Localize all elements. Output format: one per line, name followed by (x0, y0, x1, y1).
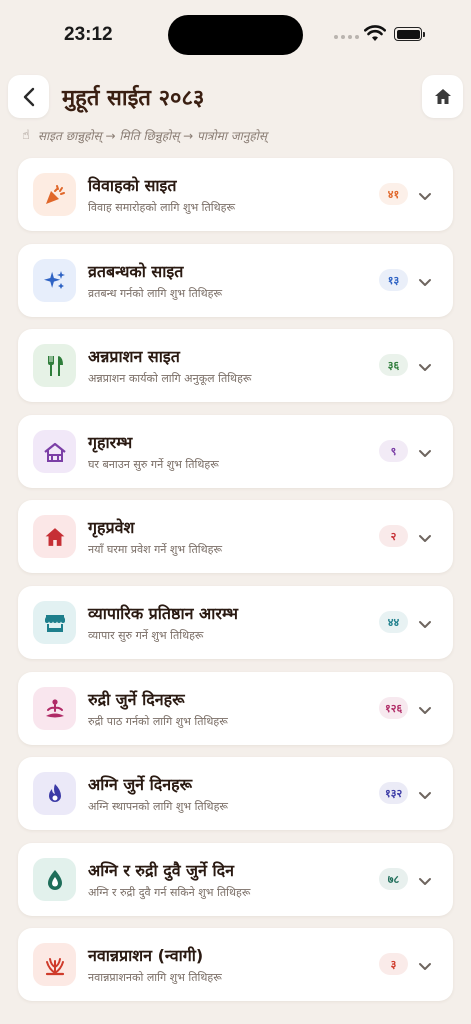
category-subtitle: नयाँ घरमा प्रवेश गर्ने शुभ तिथिहरू (88, 543, 222, 556)
chevron-down-icon[interactable] (418, 444, 432, 463)
category-title: अग्नि जुर्ने दिनहरू (88, 775, 193, 794)
category-card[interactable]: विवाहको साइत विवाह समारोहको लागि शुभ तिथि… (18, 158, 453, 231)
chevron-left-icon (23, 87, 34, 106)
pointing-finger-icon: ☝ (22, 128, 30, 143)
count-badge: १३२ (379, 782, 409, 804)
count-badge: १३ (379, 269, 408, 291)
category-card[interactable]: अन्नप्राशन साइत अन्नप्राशन कार्यको लागि अ… (18, 329, 453, 402)
category-subtitle: अग्नि स्थापनको लागि शुभ तिथिहरू (88, 800, 228, 813)
sparkles-icon (33, 259, 76, 302)
home-button[interactable] (422, 75, 463, 118)
category-subtitle: अन्नप्राशन कार्यको लागि अनुकूल तिथिहरू (88, 372, 252, 385)
count-badge: १२६ (379, 697, 409, 719)
category-subtitle: रुद्री पाठ गर्नको लागि शुभ तिथिहरू (88, 715, 228, 728)
chevron-down-icon[interactable] (418, 701, 432, 720)
fork-knife-icon (33, 344, 76, 387)
chevron-down-icon[interactable] (418, 358, 432, 377)
home-icon (434, 89, 451, 104)
status-time: 23:12 (64, 24, 113, 45)
chevron-down-icon[interactable] (418, 273, 432, 292)
fire-drop-icon (33, 858, 76, 901)
count-badge: ३ (379, 953, 408, 975)
dynamic-island (168, 15, 303, 55)
category-card[interactable]: अग्नि जुर्ने दिनहरू अग्नि स्थापनको लागि श… (18, 757, 453, 830)
category-card[interactable]: नवान्नप्राशन (न्वागी) नवान्नप्राशनको लागि… (18, 928, 453, 1001)
count-badge: ३६ (379, 354, 408, 376)
category-card[interactable]: व्रतबन्धको साइत व्रतबन्ध गर्नको लागि शुभ … (18, 244, 453, 317)
hint-text: साइत छान्नुहोस् → मिति छिन्नुहोस् → पात्… (37, 129, 268, 143)
category-subtitle: अग्नि र रुद्री दुवै गर्न सकिने शुभ तिथिह… (88, 886, 251, 899)
cellular-signal-icon (334, 35, 359, 39)
category-card[interactable]: रुद्री जुर्ने दिनहरू रुद्री पाठ गर्नको ला… (18, 672, 453, 745)
battery-icon (394, 27, 425, 41)
home-icon (33, 515, 76, 558)
count-badge: ४४ (379, 611, 408, 633)
storefront-icon (33, 601, 76, 644)
page-title: मुहूर्त साईत २०८३ (62, 85, 205, 111)
harvest-icon (33, 943, 76, 986)
category-subtitle: नवान्नप्राशनको लागि शुभ तिथिहरू (88, 971, 222, 984)
chevron-down-icon[interactable] (418, 187, 432, 206)
category-title: व्यापारिक प्रतिष्ठान आरम्भ (88, 604, 239, 623)
category-card[interactable]: अग्नि र रुद्री दुवै जुर्ने दिन अग्नि र रु… (18, 843, 453, 916)
house-frame-icon (33, 430, 76, 473)
category-title: अन्नप्राशन साइत (88, 347, 180, 366)
category-subtitle: विवाह समारोहको लागि शुभ तिथिहरू (88, 201, 236, 214)
meditation-icon (33, 687, 76, 730)
category-subtitle: व्रतबन्ध गर्नको लागि शुभ तिथिहरू (88, 287, 223, 300)
category-subtitle: व्यापार सुरु गर्ने शुभ तिथिहरू (88, 629, 204, 642)
count-badge: ४१ (379, 183, 408, 205)
header: मुहूर्त साईत २०८३ (0, 75, 471, 120)
chevron-down-icon[interactable] (418, 786, 432, 805)
count-badge: २ (379, 525, 408, 547)
chevron-down-icon[interactable] (418, 529, 432, 548)
flame-icon (33, 772, 76, 815)
category-title: रुद्री जुर्ने दिनहरू (88, 690, 185, 709)
category-title: गृहप्रवेश (88, 518, 135, 537)
count-badge: ९ (379, 440, 408, 462)
status-bar: 23:12 (0, 0, 471, 70)
wifi-icon (364, 25, 386, 41)
category-title: व्रतबन्धको साइत (88, 262, 184, 281)
category-title: अग्नि र रुद्री दुवै जुर्ने दिन (88, 861, 235, 880)
category-card[interactable]: व्यापारिक प्रतिष्ठान आरम्भ व्यापार सुरु ग… (18, 586, 453, 659)
chevron-down-icon[interactable] (418, 615, 432, 634)
back-button[interactable] (8, 75, 49, 118)
chevron-down-icon[interactable] (418, 872, 432, 891)
category-card[interactable]: गृहप्रवेश नयाँ घरमा प्रवेश गर्ने शुभ तिथि… (18, 500, 453, 573)
category-title: विवाहको साइत (88, 176, 177, 195)
count-badge: ७८ (379, 868, 408, 890)
party-popper-icon (33, 173, 76, 216)
category-title: नवान्नप्राशन (न्वागी) (88, 946, 204, 965)
category-title: गृहारम्भ (88, 433, 133, 452)
chevron-down-icon[interactable] (418, 957, 432, 976)
instruction-hint: ☝ साइत छान्नुहोस् → मिति छिन्नुहोस् → पा… (22, 127, 267, 144)
category-subtitle: घर बनाउन सुरु गर्ने शुभ तिथिहरू (88, 458, 219, 471)
category-card[interactable]: गृहारम्भ घर बनाउन सुरु गर्ने शुभ तिथिहरू ९ (18, 415, 453, 488)
